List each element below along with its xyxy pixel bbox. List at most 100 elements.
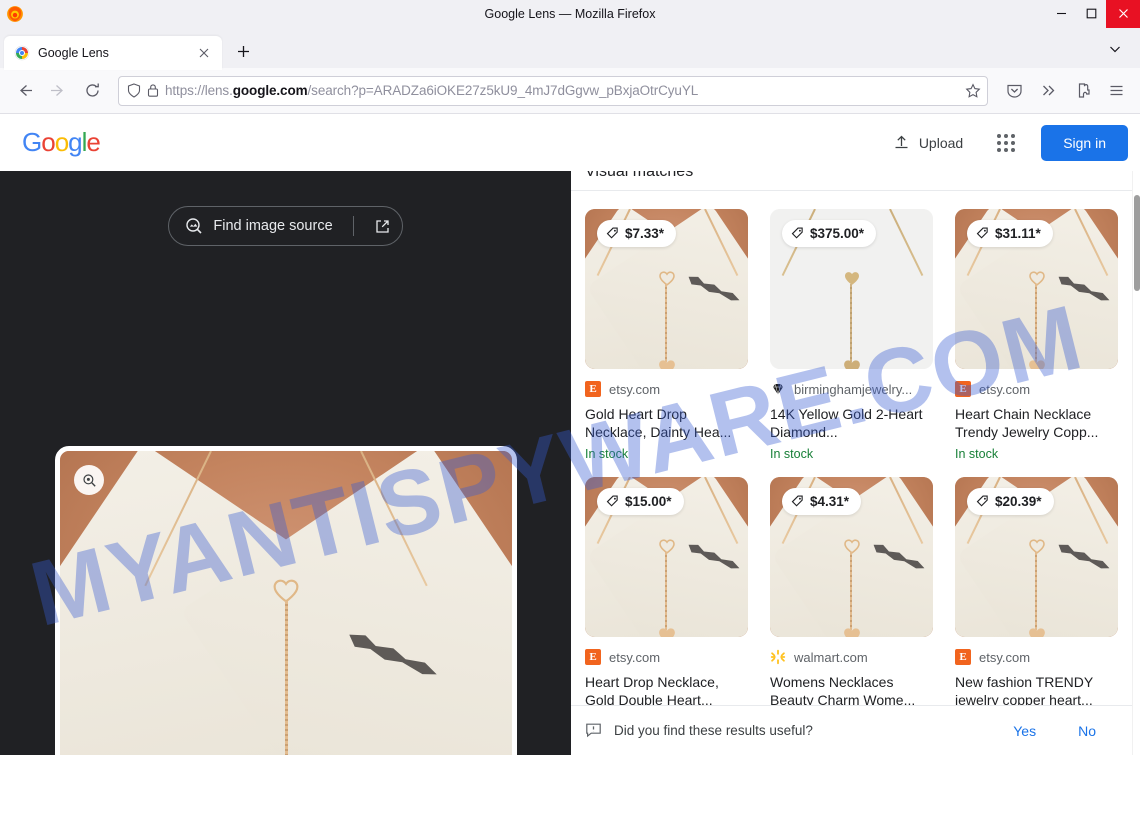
results-scrollbar[interactable] xyxy=(1132,171,1140,755)
result-thumbnail[interactable]: $7.33* xyxy=(585,209,748,369)
result-card[interactable]: $20.39* E etsy.com New fashion TRENDY je… xyxy=(955,477,1118,729)
result-source-row: E etsy.com xyxy=(585,648,748,666)
scrollbar-thumb[interactable] xyxy=(1134,195,1140,291)
url-text[interactable]: https://lens.google.com/search?p=ARADZa6… xyxy=(165,83,959,98)
feedback-no-button[interactable]: No xyxy=(1078,723,1096,739)
window-title: Google Lens — Mozilla Firefox xyxy=(484,6,656,21)
open-external-icon[interactable] xyxy=(368,211,398,241)
result-thumbnail[interactable]: $4.31* xyxy=(770,477,933,637)
price-badge: $7.33* xyxy=(597,220,677,247)
divider xyxy=(352,216,354,236)
lens-image-pane: Find image source xyxy=(0,171,571,755)
maximize-button[interactable] xyxy=(1076,0,1106,28)
result-card[interactable]: $7.33* E etsy.com Gold Heart Drop Neckla… xyxy=(585,209,748,461)
toolbar-right-icons xyxy=(998,75,1132,107)
result-title[interactable]: New fashion TRENDY jewelry copper heart.… xyxy=(955,673,1118,709)
result-title[interactable]: Womens Necklaces Beauty Charm Wome... xyxy=(770,673,933,709)
overflow-chevron-double-right-icon[interactable] xyxy=(1032,75,1064,107)
price-badge: $4.31* xyxy=(782,488,862,515)
tab-strip: Google Lens xyxy=(0,28,1140,70)
google-header: Google Upload Sign in xyxy=(0,114,1140,171)
result-thumbnail[interactable]: $375.00* xyxy=(770,209,933,369)
close-button[interactable] xyxy=(1106,0,1140,28)
result-stock-status: In stock xyxy=(955,447,999,461)
result-source-row: birminghamjewelry... xyxy=(770,380,933,398)
sign-in-button[interactable]: Sign in xyxy=(1041,124,1128,161)
result-thumbnail[interactable]: $31.11* xyxy=(955,209,1118,369)
lens-layout: Find image source $7.33* E etsy.com Gold… xyxy=(0,171,1140,755)
result-source-row: E etsy.com xyxy=(955,380,1118,398)
etsy-favicon-icon: E xyxy=(955,649,971,665)
necklace-drop-chain xyxy=(284,601,288,755)
result-source-row: E etsy.com xyxy=(585,380,748,398)
find-image-source-label: Find image source xyxy=(213,218,333,234)
price-tag-icon xyxy=(606,227,618,239)
url-bar[interactable]: https://lens.google.com/search?p=ARADZa6… xyxy=(118,75,988,106)
price-tag-icon xyxy=(606,495,618,507)
result-title[interactable]: Heart Chain Necklace Trendy Jewelry Copp… xyxy=(955,405,1118,441)
tab-title: Google Lens xyxy=(38,46,109,60)
result-card[interactable]: $31.11* E etsy.com Heart Chain Necklace … xyxy=(955,209,1118,461)
page-content: Google Upload Sign in Find image source xyxy=(0,114,1140,755)
back-button[interactable] xyxy=(8,75,40,107)
visual-matches-pane: Visual matches xyxy=(571,171,1140,755)
tab-close-button[interactable] xyxy=(194,43,214,63)
result-card[interactable]: $15.00* E etsy.com Heart Drop Necklace, … xyxy=(585,477,748,729)
result-title[interactable]: Gold Heart Drop Necklace, Dainty Hea... xyxy=(585,405,748,441)
result-source-name: walmart.com xyxy=(794,649,868,665)
upload-icon xyxy=(895,135,908,149)
result-source-row: walmart.com xyxy=(770,648,933,666)
result-thumbnail[interactable]: $20.39* xyxy=(955,477,1118,637)
google-lens-favicon-icon xyxy=(14,45,30,61)
upload-label: Upload xyxy=(918,134,964,151)
price-text: $20.39* xyxy=(995,494,1042,509)
shield-icon[interactable] xyxy=(127,83,141,98)
forward-button[interactable] xyxy=(42,75,74,107)
upload-button[interactable]: Upload xyxy=(885,128,971,157)
price-badge: $15.00* xyxy=(597,488,684,515)
google-logo[interactable]: Google xyxy=(22,127,101,158)
walmart-favicon-icon xyxy=(770,649,786,665)
header-actions: Upload Sign in xyxy=(885,124,1128,162)
price-text: $31.11* xyxy=(995,226,1041,241)
price-text: $15.00* xyxy=(625,494,672,509)
list-all-tabs-button[interactable] xyxy=(1100,34,1130,64)
lock-icon[interactable] xyxy=(147,83,159,98)
feedback-yes-button[interactable]: Yes xyxy=(1013,723,1036,739)
result-stock-status: In stock xyxy=(770,447,814,461)
window-titlebar: Google Lens — Mozilla Firefox xyxy=(0,0,1140,28)
price-badge: $20.39* xyxy=(967,488,1054,515)
result-title[interactable]: 14K Yellow Gold 2-Heart Diamond... xyxy=(770,405,933,441)
result-card[interactable]: $4.31* walmart.com Womens Necklaces Beau… xyxy=(770,477,933,729)
result-title[interactable]: Heart Drop Necklace, Gold Double Heart..… xyxy=(585,673,748,709)
diamond-favicon-icon xyxy=(773,383,783,396)
navigation-toolbar: https://lens.google.com/search?p=ARADZa6… xyxy=(0,68,1140,114)
extensions-icon[interactable] xyxy=(1066,75,1098,107)
crop-handle-top-left[interactable] xyxy=(60,451,76,467)
firefox-logo-icon xyxy=(7,5,23,22)
price-badge: $31.11* xyxy=(967,220,1053,247)
price-text: $375.00* xyxy=(810,226,865,241)
result-source-name: etsy.com xyxy=(979,649,1031,665)
minimize-button[interactable] xyxy=(1046,0,1076,28)
hamburger-menu-icon[interactable] xyxy=(1100,75,1132,107)
bookmark-star-icon[interactable] xyxy=(965,82,981,99)
result-source-name: birminghamjewelry... xyxy=(794,381,913,397)
reload-button[interactable] xyxy=(76,75,108,107)
browser-tab[interactable]: Google Lens xyxy=(4,36,222,70)
new-tab-button[interactable] xyxy=(228,36,258,66)
image-search-icon xyxy=(186,218,202,234)
source-photo xyxy=(60,451,512,755)
google-apps-button[interactable] xyxy=(987,124,1025,162)
result-thumbnail[interactable]: $15.00* xyxy=(585,477,748,637)
feedback-icon xyxy=(586,723,601,738)
find-image-source-button[interactable]: Find image source xyxy=(168,206,403,246)
cropped-image-frame[interactable] xyxy=(55,446,517,755)
window-controls xyxy=(1046,0,1140,28)
price-tag-icon xyxy=(976,495,988,507)
pocket-icon[interactable] xyxy=(998,75,1030,107)
crop-handle-top-right[interactable] xyxy=(496,451,512,467)
zoom-image-button[interactable] xyxy=(74,465,104,495)
result-card[interactable]: $375.00* birminghamjewelry... 14K Yellow… xyxy=(770,209,933,461)
visual-matches-heading: Visual matches xyxy=(571,171,1132,177)
